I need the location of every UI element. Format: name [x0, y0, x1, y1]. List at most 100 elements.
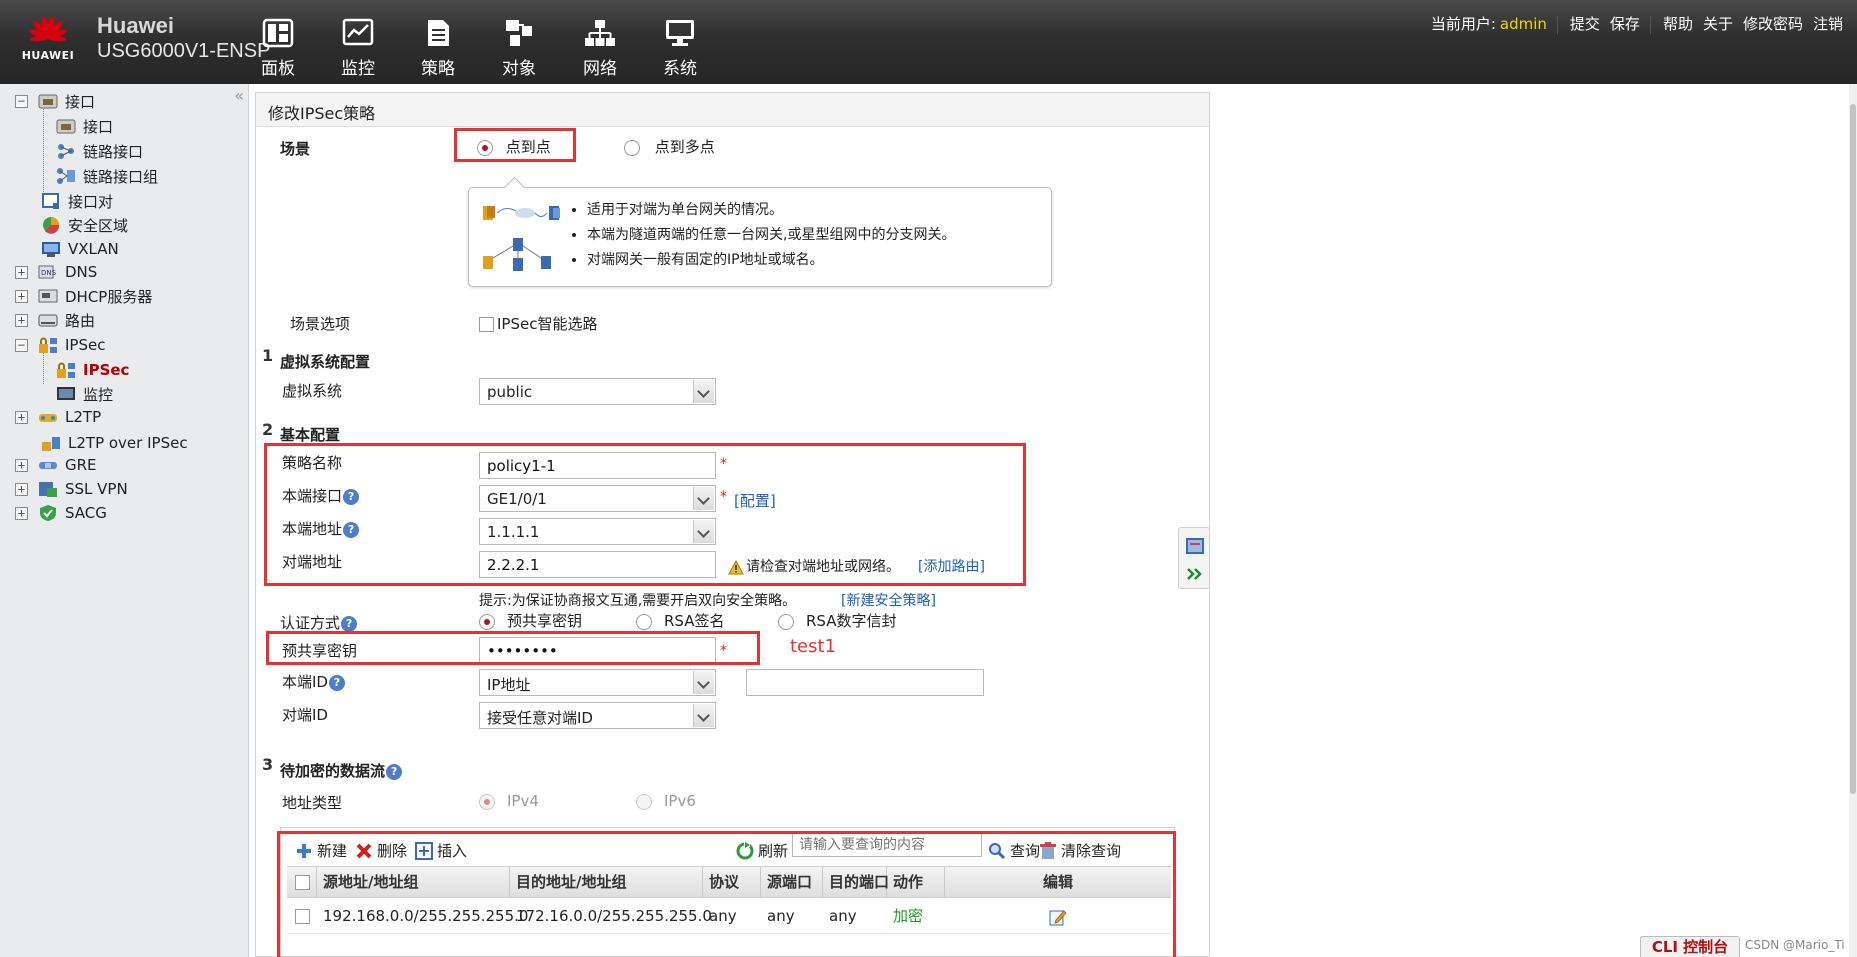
ipsec-icon: [57, 362, 75, 378]
sidebar-item-gre[interactable]: + GRE: [15, 452, 97, 478]
select-all-checkbox[interactable]: [295, 875, 310, 890]
nav-object[interactable]: 对象: [484, 18, 554, 79]
expand-toggle-icon[interactable]: +: [15, 313, 28, 327]
column-header[interactable]: 源端口: [761, 867, 823, 898]
collapse-toggle-icon[interactable]: −: [15, 338, 28, 352]
peer-id-select[interactable]: 接受任意对端ID: [479, 702, 716, 729]
sidebar-item-interface-pair[interactable]: 接口对: [41, 188, 113, 214]
about-link[interactable]: 关于: [1703, 15, 1733, 33]
nav-label: 监控: [341, 59, 375, 79]
sidebar-item-ipsec-policy[interactable]: IPSec: [56, 357, 129, 383]
sidebar-item-ssl-vpn[interactable]: + SSL VPN: [15, 476, 128, 502]
expand-toggle-icon[interactable]: +: [15, 458, 28, 472]
sidebar-item-dhcp[interactable]: + DHCP服务器: [15, 283, 152, 309]
query-button[interactable]: 查询: [988, 840, 1040, 861]
sidebar-item-link-interface[interactable]: 链路接口: [56, 138, 143, 164]
column-header[interactable]: 目的地址/地址组: [510, 867, 703, 898]
local-interface-select[interactable]: GE1/0/1: [479, 485, 716, 512]
column-header[interactable]: 动作: [887, 867, 945, 898]
radio-icon[interactable]: [624, 139, 640, 156]
column-header[interactable]: 源地址/地址组: [317, 867, 510, 898]
table-row[interactable]: 192.168.0.0/255.255.255.0 172.16.0.0/255…: [287, 898, 1171, 934]
auth-psk-radio[interactable]: 预共享密钥: [479, 610, 582, 631]
help-link[interactable]: 帮助: [1663, 15, 1693, 33]
clear-query-button[interactable]: 清除查询: [1039, 840, 1121, 861]
new-security-policy-link[interactable]: [新建安全策略]: [841, 590, 936, 610]
ipv4-radio[interactable]: IPv4: [479, 792, 539, 810]
new-button[interactable]: 新建: [295, 840, 347, 861]
nav-network[interactable]: 网络: [565, 18, 635, 79]
checkbox-icon[interactable]: [479, 317, 494, 332]
ssl-vpn-icon: [39, 482, 57, 497]
help-icon[interactable]: ?: [341, 615, 358, 632]
insert-button[interactable]: 插入: [415, 840, 467, 861]
sidebar-item-link-group[interactable]: 链路接口组: [56, 163, 158, 189]
submit-link[interactable]: 提交: [1570, 15, 1600, 33]
policy-name-input[interactable]: [479, 452, 716, 479]
local-address-select[interactable]: 1.1.1.1: [479, 518, 716, 545]
nav-system[interactable]: 系统: [645, 18, 715, 79]
sidebar-item-label: SACG: [65, 504, 107, 522]
grid-search-input[interactable]: [792, 833, 982, 857]
collapse-toggle-icon[interactable]: −: [15, 94, 28, 108]
radio-icon[interactable]: [477, 139, 493, 156]
nav-monitor[interactable]: 监控: [323, 18, 393, 79]
local-id-value-input[interactable]: [746, 669, 984, 696]
side-tool-panel[interactable]: [1178, 527, 1210, 589]
sidebar-item-l2tp[interactable]: + L2TP: [15, 404, 101, 430]
vsys-select[interactable]: public: [479, 378, 716, 405]
column-header[interactable]: 目的端口: [823, 867, 889, 898]
auth-rsa-envelope-radio[interactable]: RSA数字信封: [778, 610, 896, 631]
interface-icon: [38, 94, 58, 109]
sidebar-item-dns[interactable]: + DNS DNS: [15, 259, 97, 285]
delete-button[interactable]: 删除: [355, 840, 407, 861]
expand-toggle-icon[interactable]: +: [15, 482, 28, 496]
sidebar-item-sacg[interactable]: + SACG: [15, 500, 107, 526]
local-id-select[interactable]: IP地址: [479, 669, 716, 696]
sidebar-item-label: DHCP服务器: [65, 287, 153, 306]
change-password-link[interactable]: 修改密码: [1743, 15, 1803, 33]
add-route-link[interactable]: [添加路由]: [918, 556, 985, 576]
cli-console-button[interactable]: CLI 控制台: [1640, 936, 1740, 957]
radio-icon[interactable]: [778, 613, 794, 630]
row-checkbox[interactable]: [295, 909, 310, 924]
sidebar-item-interface-sub[interactable]: 接口: [56, 113, 113, 139]
psk-input[interactable]: [479, 637, 716, 664]
sidebar-item-interface[interactable]: − 接口: [15, 88, 95, 114]
radio-icon[interactable]: [636, 793, 652, 810]
radio-icon[interactable]: [636, 613, 652, 630]
ipv6-radio[interactable]: IPv6: [636, 792, 696, 810]
expand-toggle-icon[interactable]: +: [15, 265, 28, 279]
column-header[interactable]: 协议: [703, 867, 761, 898]
auth-rsa-sign-radio[interactable]: RSA签名: [636, 610, 724, 631]
expand-toggle-icon[interactable]: +: [15, 410, 28, 424]
scene-p2p-radio[interactable]: 点到点: [477, 136, 551, 157]
page-scrollbar[interactable]: [1849, 84, 1857, 957]
sidebar-item-ipsec[interactable]: − IPSec: [15, 332, 105, 358]
nav-policy[interactable]: 策略: [403, 18, 473, 79]
save-link[interactable]: 保存: [1610, 15, 1640, 33]
logout-link[interactable]: 注销: [1813, 15, 1843, 33]
scrollbar-thumb[interactable]: [1850, 104, 1856, 794]
radio-label: RSA签名: [664, 612, 725, 630]
refresh-button[interactable]: 刷新: [736, 840, 788, 861]
config-link[interactable]: [配置]: [734, 490, 776, 511]
collapse-sidebar-icon[interactable]: «: [234, 86, 244, 105]
help-icon[interactable]: ?: [343, 521, 360, 538]
sidebar-item-security-zone[interactable]: 安全区域: [41, 212, 128, 238]
help-icon[interactable]: ?: [386, 763, 403, 780]
help-icon[interactable]: ?: [328, 674, 345, 691]
expand-toggle-icon[interactable]: +: [15, 289, 28, 303]
radio-icon[interactable]: [479, 613, 495, 630]
peer-address-input[interactable]: [479, 551, 716, 578]
sidebar-item-label: GRE: [65, 456, 97, 474]
nav-dashboard[interactable]: 面板: [243, 18, 313, 79]
help-icon[interactable]: ?: [343, 488, 360, 505]
radio-icon[interactable]: [479, 793, 495, 810]
smart-route-checkbox[interactable]: IPSec智能选路: [479, 313, 597, 334]
sidebar-item-route[interactable]: + 路由: [15, 307, 95, 333]
expand-toggle-icon[interactable]: +: [15, 506, 28, 520]
edit-icon[interactable]: [1049, 908, 1067, 926]
scene-p2mp-radio[interactable]: 点到多点: [624, 136, 715, 157]
column-header[interactable]: 编辑: [945, 867, 1171, 898]
